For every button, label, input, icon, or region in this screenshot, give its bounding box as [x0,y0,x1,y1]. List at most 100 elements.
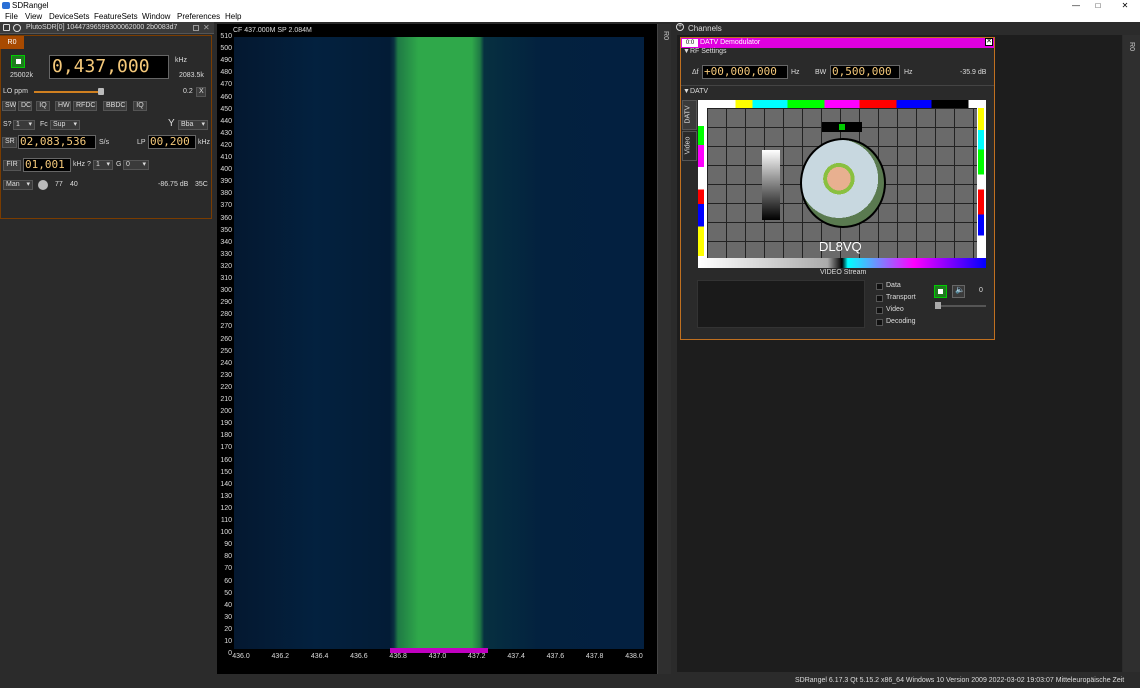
menu-preferences[interactable]: Preferences [177,12,220,21]
iq-button[interactable]: IQ [36,101,50,111]
test-card-green-dot [839,124,845,130]
lo-ppm-clear-button[interactable]: X [196,87,206,97]
delta-f-unit: Hz [791,69,800,76]
swap-select[interactable]: 1 [13,120,35,130]
iq-correction-button[interactable]: IQ [133,101,147,111]
y-tick-label: 30 [224,613,232,621]
reload-icon[interactable] [13,24,21,32]
y-tick-label: 150 [220,468,232,476]
fir-gain-select[interactable]: 0 [123,160,149,170]
maximize-button[interactable]: □ [1091,0,1105,11]
menu-file[interactable]: File [5,12,18,21]
menu-window[interactable]: Window [142,12,170,21]
lo-ppm-slider[interactable] [34,91,101,93]
gain-mode-select[interactable]: Man [3,180,33,190]
fir-unit: kHz ? [73,161,91,168]
bottom-gradient [698,258,986,268]
close-panel-icon[interactable]: ✕ [203,23,210,32]
gain-knob[interactable] [38,180,48,190]
y-tick-label: 500 [220,45,232,53]
status-bar: SDRangel 6.17.3 Qt 5.15.2 x86_64 Windows… [0,676,1140,688]
transport-indicator [876,295,883,302]
audio-mute-button[interactable]: 🔈 [952,285,965,298]
video-label: Video [886,306,904,313]
lo-ppm-value: 0.2 [183,88,193,95]
menu-devicesets[interactable]: DeviceSets [49,12,89,21]
add-channel-icon[interactable]: + [676,23,684,31]
rf-settings-toggle[interactable]: ▼RF Settings [683,48,727,55]
lo-ppm-label: LO ppm [3,88,28,95]
x-tick-label: 437.4 [507,653,525,660]
y-tick-label: 470 [220,81,232,89]
fc-select[interactable]: Sup [50,120,80,130]
y-tick-label: 190 [220,420,232,428]
data-label: Data [886,282,901,289]
test-card-bar [822,122,862,132]
y-tick-label: 430 [220,129,232,137]
y-tick-label: 0 [228,650,232,658]
volume-slider-handle[interactable] [935,302,941,309]
volume-slider[interactable] [936,305,986,307]
bbdc-button[interactable]: BBDC [103,101,127,111]
lowpass-dial[interactable]: 00,200 [148,135,196,149]
datv-close-icon[interactable]: ✕ [985,38,993,46]
center-frequency-dial[interactable]: 0,437,000 [49,55,169,79]
waterfall[interactable] [234,37,644,649]
menu-help[interactable]: Help [225,12,241,21]
y-tick-label: 310 [220,275,232,282]
y-tick-label: 70 [224,565,232,573]
fc-label: Fc [40,121,48,128]
datv-section-toggle[interactable]: ▼DATV [683,88,708,95]
dc-button[interactable]: DC [18,101,32,111]
hw-button[interactable]: HW [55,101,71,111]
decoding-label: Decoding [886,318,916,325]
y-tick-label: 160 [220,456,232,464]
channels-header: + Channels [673,22,1140,34]
bw-unit: Hz [904,69,913,76]
antenna-select[interactable]: Bba [178,120,208,130]
close-button[interactable]: ✕ [1118,0,1132,11]
side-tab[interactable]: R0 [662,31,669,40]
x-tick-label: 437.6 [546,653,565,660]
datv-titlebar: 0:0 DATV Demodulator ✕ [681,38,994,48]
app-icon [2,2,10,9]
y-tick-label: 230 [220,371,232,379]
rfdc-button[interactable]: RFDC [73,101,97,111]
color-bars-top [698,100,986,108]
start-stop-button[interactable] [11,55,25,68]
tab-datv[interactable]: DATV [682,100,697,130]
menu-featuresets[interactable]: FeatureSets [94,12,138,21]
power-readout: -86.75 dB [158,181,189,188]
channels-right-tab[interactable]: R0 [1128,42,1135,51]
fir-decimation-select[interactable]: 1 [93,160,113,170]
bandwidth-dial[interactable]: 0,500,000 [830,65,900,79]
device-icon [3,24,10,31]
sw-button[interactable]: SW [2,101,16,111]
gain-value: 77 [55,181,63,188]
device-tab[interactable]: R0 [0,36,24,49]
delta-frequency-dial[interactable]: +00,000,000 [702,65,788,79]
play-video-button[interactable] [934,285,947,298]
x-tick-label: 436.4 [310,653,329,660]
y-tick-label: 60 [224,577,232,585]
y-tick-label: 350 [220,226,232,234]
minimize-button[interactable]: — [1069,0,1083,11]
y-tick-label: 40 [224,601,232,609]
tab-video[interactable]: Video [682,131,697,161]
lo-ppm-handle[interactable] [98,88,104,95]
fir-button[interactable]: FIR [3,160,21,171]
spectrum-header: CF 437.000M SP 2.084M [233,27,312,34]
float-icon[interactable] [193,25,199,31]
y-tick-label: 170 [220,444,232,452]
menu-view[interactable]: View [25,12,42,21]
fir-bandwidth-dial[interactable]: 01,001 [23,158,71,172]
y-tick-label: 290 [220,299,232,307]
color-bars-right [978,108,984,256]
y-tick-label: 420 [220,141,232,149]
x-tick-label: 436.2 [271,653,290,660]
side-strip: R0 [657,24,671,674]
y-tick-label: 100 [220,529,232,537]
sample-rate-dial[interactable]: 02,083,536 [18,135,96,149]
y-tick-label: 240 [220,359,232,367]
video-indicator [876,307,883,314]
